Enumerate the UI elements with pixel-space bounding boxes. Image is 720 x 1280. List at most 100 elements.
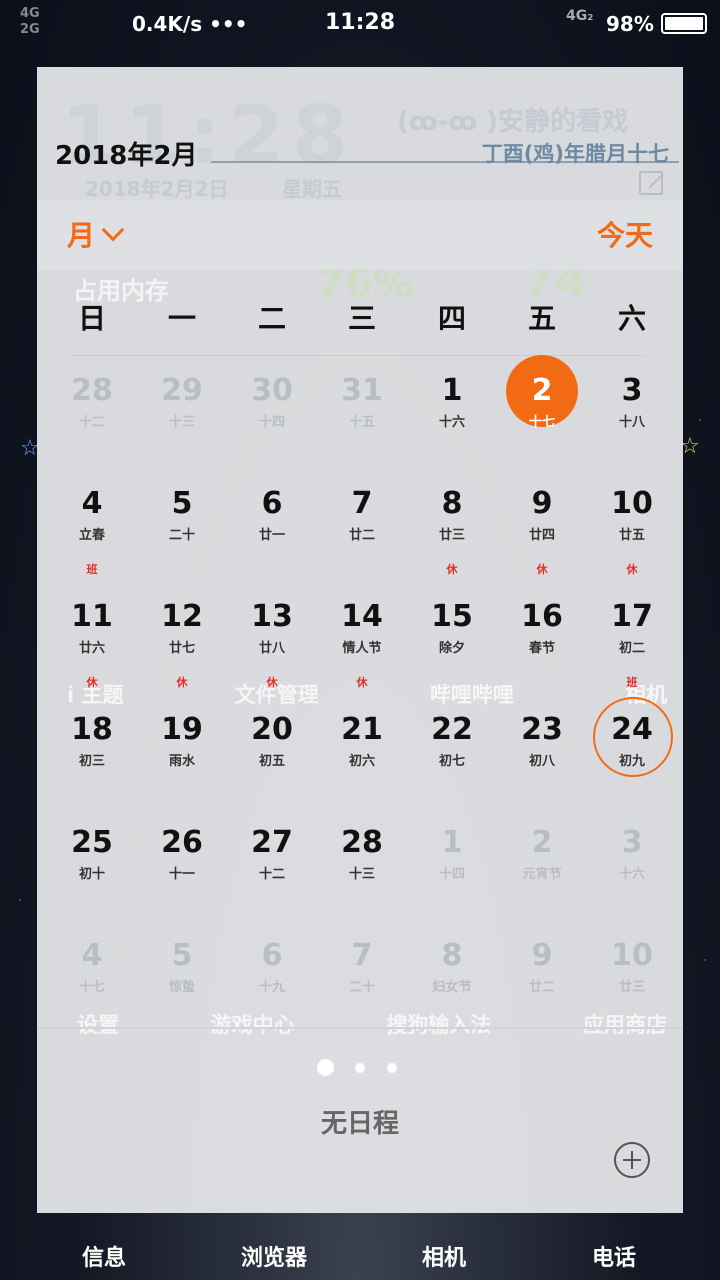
view-mode-selector[interactable]: 月 bbox=[67, 214, 125, 254]
day-number: 10 bbox=[611, 486, 653, 521]
calendar-day[interactable]: 27 十二 bbox=[227, 819, 317, 919]
day-lunar-label: 廿一 bbox=[258, 528, 285, 543]
add-event-button[interactable] bbox=[614, 1142, 650, 1178]
calendar-day[interactable]: 6 廿一 bbox=[227, 480, 317, 580]
page-dot bbox=[355, 1063, 365, 1073]
day-number: 6 bbox=[261, 486, 283, 521]
day-lunar-label: 十六 bbox=[618, 867, 645, 882]
day-lunar-label: 十三 bbox=[168, 415, 195, 430]
day-lunar-label: 二十 bbox=[168, 528, 195, 543]
holiday-tag: 休 bbox=[86, 676, 98, 689]
calendar-day[interactable]: 30 十四 bbox=[227, 367, 317, 467]
calendar-day[interactable]: 休 20 初五 bbox=[227, 676, 317, 806]
day-lunar-label: 廿五 bbox=[618, 528, 645, 543]
today-button[interactable]: 今天 bbox=[597, 214, 653, 254]
calendar-day[interactable]: 25 初十 bbox=[47, 819, 137, 919]
day-number: 10 bbox=[611, 938, 653, 973]
calendar-day[interactable]: 1 十四 bbox=[407, 819, 497, 919]
dock-browser[interactable]: 浏览器 bbox=[194, 1240, 354, 1272]
day-number: 12 bbox=[161, 599, 203, 634]
calendar-day[interactable]: 9 廿二 bbox=[497, 932, 587, 1032]
calendar-day[interactable]: 6 十九 bbox=[227, 932, 317, 1032]
day-lunar-label: 初五 bbox=[258, 754, 285, 769]
day-lunar-label: 廿四 bbox=[528, 528, 555, 543]
day-number: 29 bbox=[161, 373, 203, 408]
calendar-day[interactable]: 28 十二 bbox=[47, 367, 137, 467]
calendar-day[interactable]: 休 18 初三 bbox=[47, 676, 137, 806]
calendar-day[interactable]: 4 十七 bbox=[47, 932, 137, 1032]
calendar-day[interactable]: 10 廿三 bbox=[587, 932, 677, 1032]
calendar-day[interactable]: 31 十五 bbox=[317, 367, 407, 467]
grid-bottom-divider bbox=[37, 1027, 683, 1029]
holiday-tag: 班 bbox=[86, 563, 98, 576]
day-number: 1 bbox=[441, 373, 463, 408]
day-number: 19 bbox=[161, 712, 203, 747]
calendar-day[interactable]: 7 二十 bbox=[317, 932, 407, 1032]
day-lunar-label: 十三 bbox=[348, 867, 375, 882]
calendar-day[interactable]: 26 十一 bbox=[137, 819, 227, 919]
network-indicator: 4G₂ bbox=[566, 8, 594, 24]
day-number: 8 bbox=[441, 938, 463, 973]
calendar-day[interactable]: 休 19 雨水 bbox=[137, 676, 227, 806]
day-lunar-label: 十五 bbox=[348, 415, 375, 430]
calendar-day[interactable]: 班 24 初九 bbox=[587, 676, 677, 806]
day-lunar-label: 初二 bbox=[618, 641, 645, 656]
day-number: 20 bbox=[251, 712, 293, 747]
calendar-day[interactable]: 3 十六 bbox=[587, 819, 677, 919]
day-number: 3 bbox=[621, 825, 643, 860]
calendar-day[interactable]: 休 16 春节 bbox=[497, 563, 587, 693]
day-lunar-label: 初七 bbox=[438, 754, 465, 769]
day-lunar-label: 情人节 bbox=[342, 641, 382, 656]
day-number: 25 bbox=[71, 825, 113, 860]
day-number: 13 bbox=[251, 599, 293, 634]
day-lunar-label: 春节 bbox=[528, 641, 555, 656]
dock-phone[interactable]: 电话 bbox=[534, 1240, 694, 1272]
calendar-day[interactable]: 5 二十 bbox=[137, 480, 227, 580]
calendar-day[interactable]: 22 初七 bbox=[407, 706, 497, 806]
lunar-date: 丁酉(鸡)年腊月十七 bbox=[481, 142, 669, 166]
dock-camera[interactable]: 相机 bbox=[364, 1240, 524, 1272]
weekday-wed: 三 bbox=[347, 302, 376, 335]
day-number: 9 bbox=[531, 486, 553, 521]
day-number: 24 bbox=[611, 712, 653, 747]
calendar-day[interactable]: 2 元宵节 bbox=[497, 819, 587, 919]
month-title[interactable]: 2018年2月 bbox=[55, 135, 197, 172]
calendar-day[interactable]: 休 21 初六 bbox=[317, 676, 407, 806]
calendar-day[interactable]: 1 十六 bbox=[407, 367, 497, 467]
day-lunar-label: 十四 bbox=[438, 867, 465, 882]
day-lunar-label: 初八 bbox=[528, 754, 555, 769]
calendar-day[interactable]: 休 15 除夕 bbox=[407, 563, 497, 693]
day-number: 4 bbox=[81, 486, 103, 521]
day-lunar-label: 廿二 bbox=[348, 528, 375, 543]
holiday-tag: 休 bbox=[356, 676, 368, 689]
day-lunar-label: 立春 bbox=[78, 528, 105, 543]
calendar-day[interactable]: 2 十七 bbox=[497, 355, 587, 467]
calendar-day[interactable]: 23 初八 bbox=[497, 706, 587, 806]
day-number: 16 bbox=[521, 599, 563, 634]
weekday-thu: 四 bbox=[437, 302, 466, 335]
day-lunar-label: 廿二 bbox=[528, 980, 555, 995]
day-number: 4 bbox=[81, 938, 103, 973]
day-lunar-label: 十二 bbox=[258, 867, 285, 882]
calendar-day[interactable]: 5 惊蛰 bbox=[137, 932, 227, 1032]
day-number: 31 bbox=[341, 373, 383, 408]
ghost-date: 2018年2月2日 bbox=[85, 177, 229, 201]
calendar-day[interactable]: 29 十三 bbox=[137, 367, 227, 467]
calendar-day[interactable]: 3 十八 bbox=[587, 367, 677, 467]
day-lunar-label: 雨水 bbox=[168, 754, 195, 769]
calendar-day[interactable]: 7 廿二 bbox=[317, 480, 407, 580]
day-lunar-label: 初六 bbox=[348, 754, 375, 769]
day-lunar-label: 十九 bbox=[258, 980, 285, 995]
calendar-day[interactable]: 28 十三 bbox=[317, 819, 407, 919]
weekday-sun: 日 bbox=[77, 302, 106, 335]
ghost-weekday: 星期五 bbox=[282, 177, 342, 201]
edit-icon[interactable] bbox=[639, 171, 663, 195]
dock-messages[interactable]: 信息 bbox=[24, 1240, 184, 1272]
calendar-card: 11:28 (ꝏ-ꝏ )安静的看戏 2018年2月2日 星期五 占用内存 76%… bbox=[37, 67, 683, 1213]
battery-icon bbox=[661, 13, 707, 34]
day-number: 17 bbox=[611, 599, 653, 634]
status-bar: 4G 2G 0.4K/s ••• 11:28 4G₂ 98% bbox=[0, 0, 720, 48]
calendar-day[interactable]: 8 妇女节 bbox=[407, 932, 497, 1032]
weekday-mon: 一 bbox=[167, 302, 196, 335]
day-number: 11 bbox=[71, 599, 113, 634]
